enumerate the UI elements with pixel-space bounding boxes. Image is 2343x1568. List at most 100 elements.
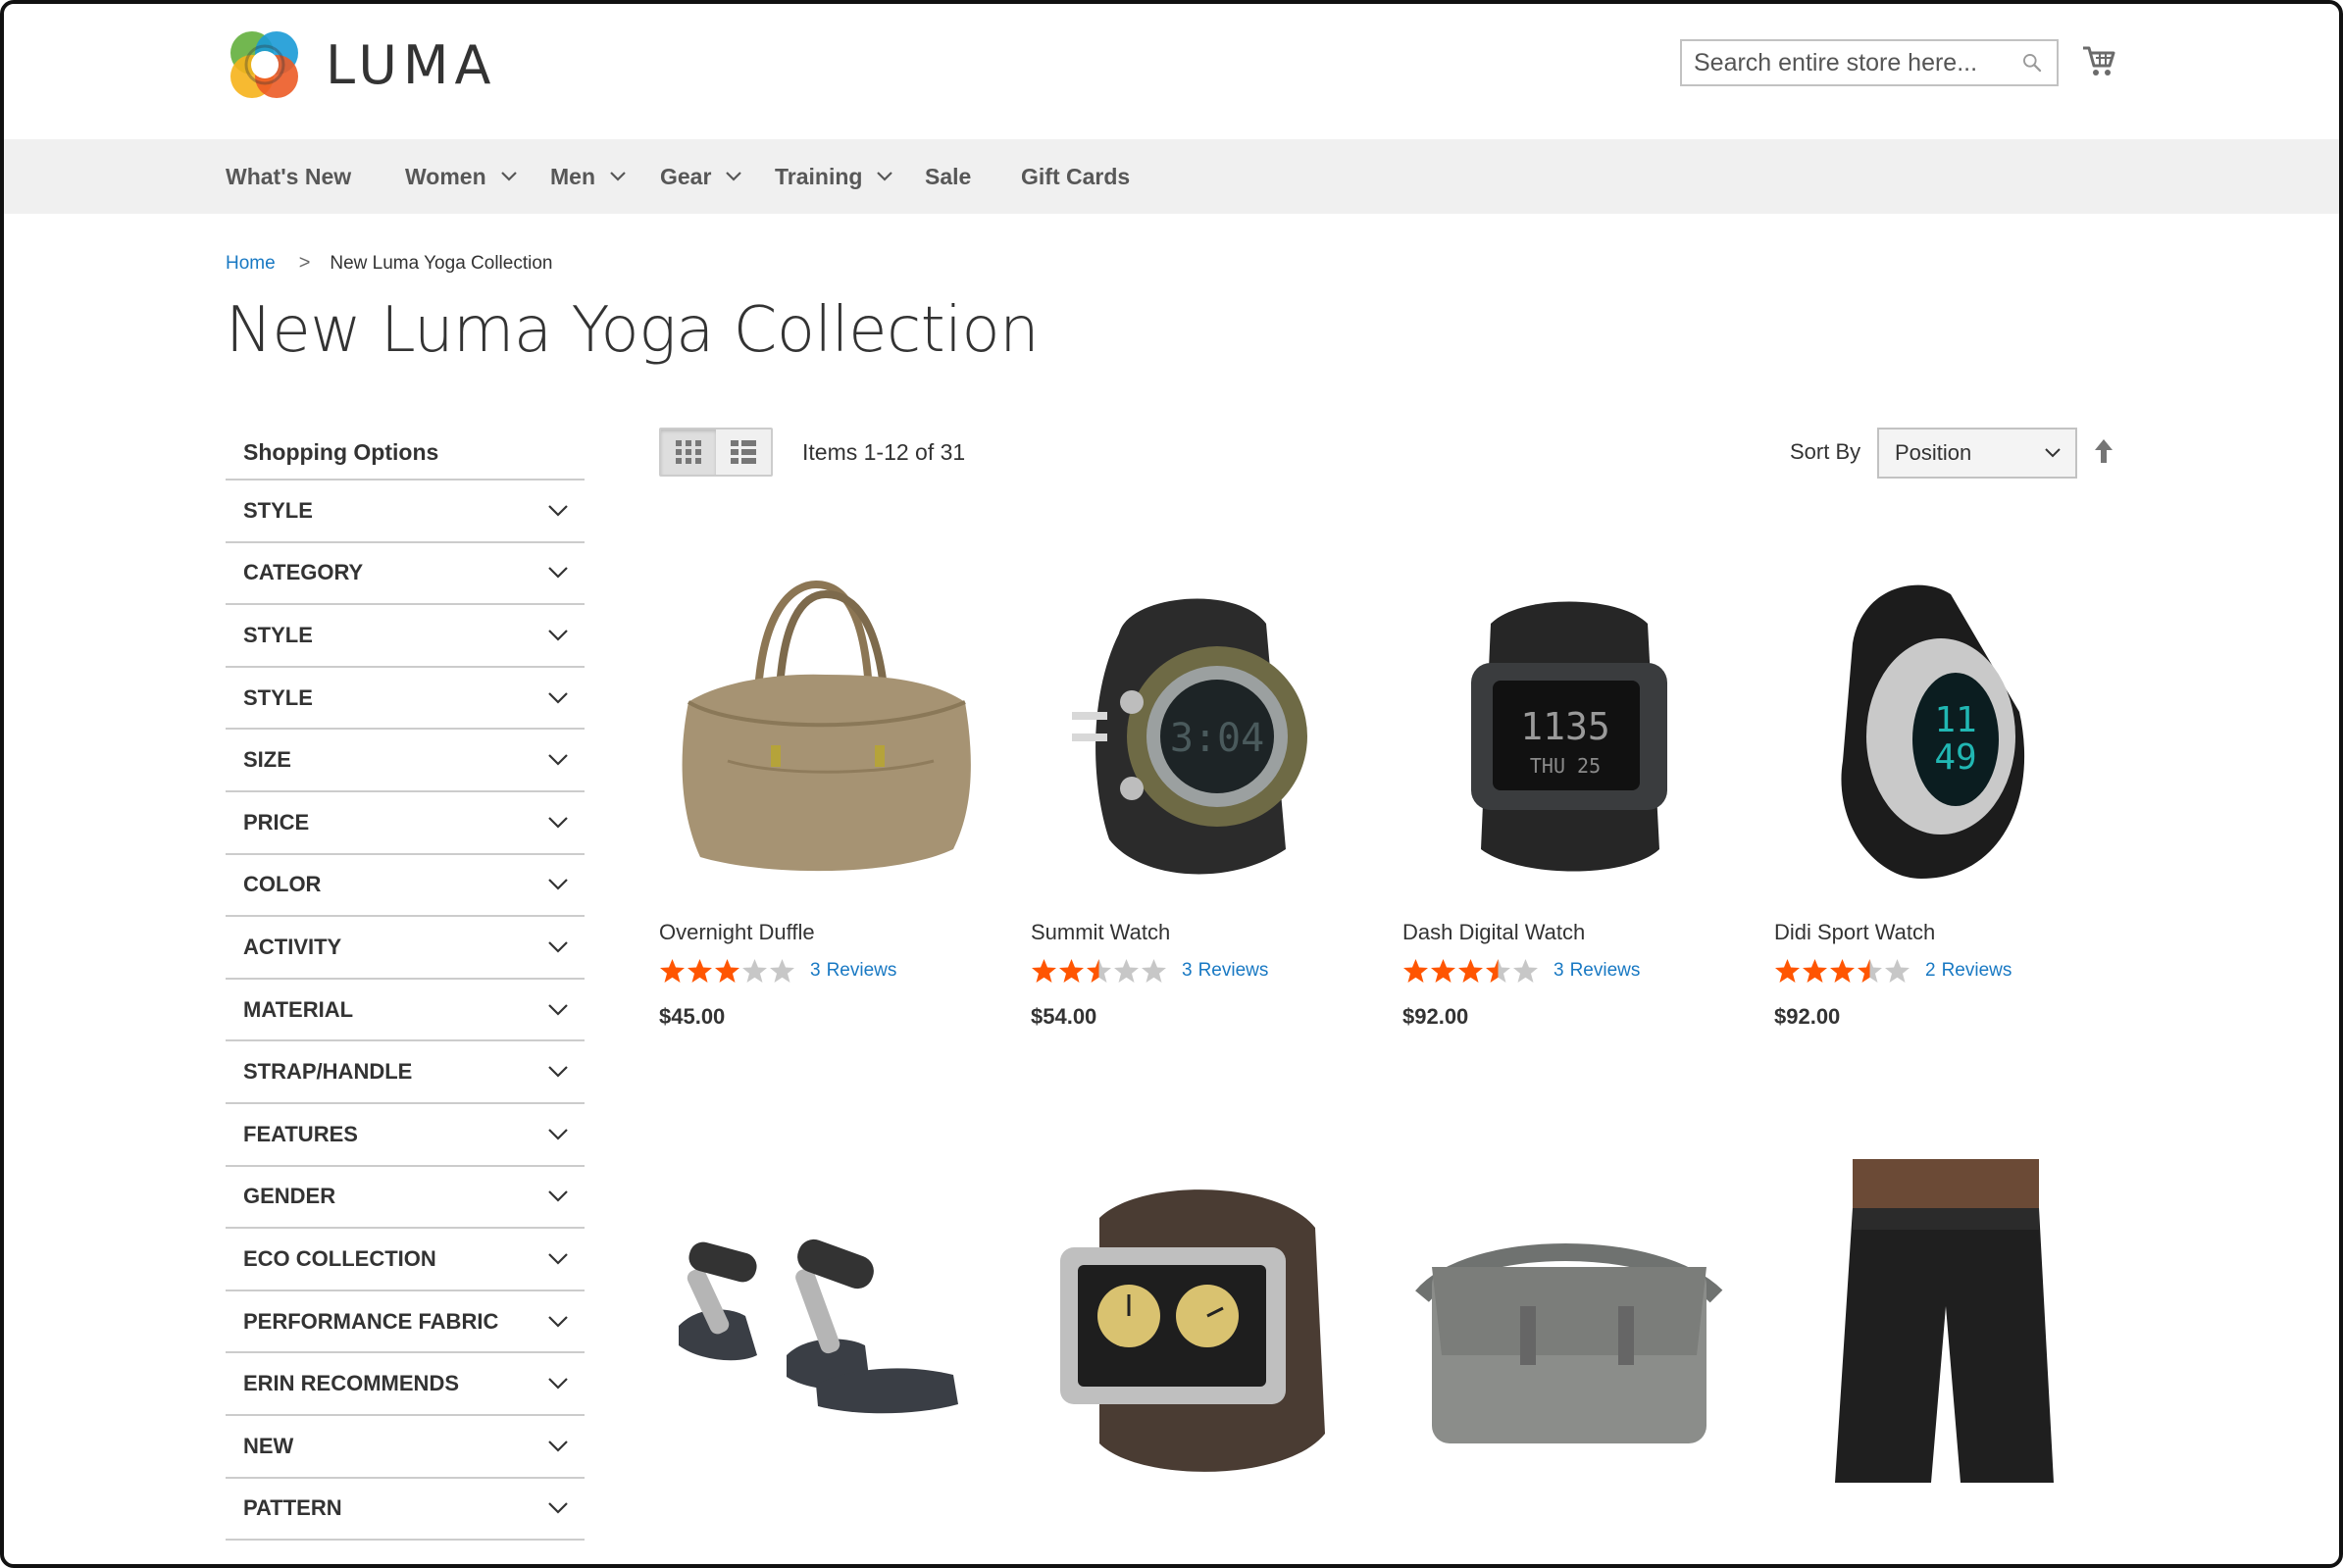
analog-watch-image	[1060, 1189, 1325, 1472]
star-icon	[1486, 959, 1510, 983]
product-item: 3:04 Summit Watch 3 Reviews $54.00	[1031, 565, 1364, 1030]
review-label: Reviews	[1569, 960, 1641, 981]
filter-color[interactable]: COLOR	[226, 855, 585, 918]
svg-text:3:04: 3:04	[1170, 716, 1264, 761]
product-rating: 3 Reviews	[659, 957, 993, 985]
sort-by-label: Sort By	[1790, 439, 1861, 464]
reviews-link[interactable]: 3 Reviews	[1182, 960, 1268, 982]
filter-erin-recommends[interactable]: ERIN RECOMMENDS	[226, 1353, 585, 1416]
reviews-link[interactable]: 3 Reviews	[810, 960, 896, 982]
list-icon	[731, 440, 756, 464]
chevron-down-icon	[548, 1315, 568, 1328]
product-image[interactable]	[1402, 1159, 1736, 1492]
chevron-down-icon	[877, 172, 893, 181]
filter-price[interactable]: PRICE	[226, 792, 585, 855]
grid-view-button[interactable]	[661, 430, 716, 475]
review-count: 3	[1182, 960, 1193, 981]
brand-name: LUMA	[326, 33, 497, 96]
star-icon	[742, 959, 767, 983]
filter-label: ECO COLLECTION	[243, 1245, 436, 1271]
svg-text:1135: 1135	[1520, 705, 1610, 748]
star-icon	[1775, 959, 1800, 983]
star-icon	[1885, 959, 1910, 983]
product-item: Overnight Duffle 3 Reviews $45.00	[659, 565, 993, 1030]
filter-eco-collection[interactable]: ECO COLLECTION	[226, 1229, 585, 1291]
luma-logo-icon	[230, 31, 298, 98]
chevron-down-icon	[2045, 448, 2061, 458]
filter-activity[interactable]: ACTIVITY	[226, 917, 585, 980]
product-name-link[interactable]: Overnight Duffle	[659, 920, 993, 945]
product-image[interactable]: 1135 THU 25	[1402, 565, 1736, 898]
product-rating: 3 Reviews	[1031, 957, 1364, 985]
filter-size[interactable]: SIZE	[226, 730, 585, 792]
chevron-down-icon	[610, 172, 626, 181]
product-image[interactable]: 3:04	[1031, 565, 1364, 898]
star-icon	[1431, 959, 1455, 983]
nav-item-label: What's New	[226, 163, 352, 189]
nav-item-label: Gear	[660, 163, 712, 189]
filter-material[interactable]: MATERIAL	[226, 980, 585, 1042]
product-image[interactable]	[659, 1159, 993, 1492]
filter-pattern[interactable]: PATTERN	[226, 1479, 585, 1542]
filter-label: PERFORMANCE FABRIC	[243, 1308, 499, 1334]
nav-item-training[interactable]: Training	[775, 139, 893, 214]
product-item	[659, 1159, 993, 1492]
filter-gender[interactable]: GENDER	[226, 1167, 585, 1230]
shopping-options-title: Shopping Options	[226, 426, 585, 481]
search-input[interactable]	[1682, 41, 2021, 84]
product-image[interactable]	[659, 565, 993, 898]
cart-icon[interactable]	[2081, 43, 2116, 78]
grid-icon	[676, 440, 701, 464]
reviews-link[interactable]: 2 Reviews	[1925, 960, 2012, 982]
sort-direction-arrow-icon[interactable]	[2093, 437, 2114, 465]
product-price: $92.00	[1402, 1004, 1469, 1029]
browser-frame: LUMA What's New Women Men	[0, 0, 2343, 1568]
chevron-down-icon	[548, 941, 568, 953]
star-icon	[1403, 959, 1428, 983]
filter-label: SIZE	[243, 747, 291, 773]
breadcrumb-home-link[interactable]: Home	[226, 253, 276, 275]
messenger-bag-image	[1415, 1243, 1723, 1443]
chevron-down-icon	[548, 1003, 568, 1016]
search-icon[interactable]	[2021, 48, 2043, 77]
nav-item-women[interactable]: Women	[405, 139, 518, 214]
svg-text:49: 49	[1934, 737, 1976, 778]
product-image[interactable]	[1774, 1159, 2108, 1492]
chevron-down-icon	[548, 1253, 568, 1265]
product-name-link[interactable]: Dash Digital Watch	[1402, 920, 1736, 945]
filter-new[interactable]: NEW	[226, 1416, 585, 1479]
product-name-link[interactable]: Summit Watch	[1031, 920, 1364, 945]
sort-by-select[interactable]: Position	[1877, 428, 2077, 479]
reviews-link[interactable]: 3 Reviews	[1554, 960, 1640, 982]
chevron-down-icon	[548, 879, 568, 890]
chevron-down-icon	[548, 1066, 568, 1078]
digital-watch-image: 1135 THU 25	[1471, 601, 1667, 872]
store-logo[interactable]: LUMA	[226, 25, 496, 104]
site-header: LUMA	[4, 4, 2339, 139]
nav-item-gear[interactable]: Gear	[660, 139, 742, 214]
nav-item-men[interactable]: Men	[550, 139, 627, 214]
list-view-button[interactable]	[716, 430, 771, 475]
product-name-link[interactable]: Didi Sport Watch	[1774, 920, 2108, 945]
filter-style[interactable]: STYLE	[226, 668, 585, 731]
star-icon	[1858, 959, 1882, 983]
chevron-down-icon	[548, 691, 568, 704]
star-icon	[1830, 959, 1855, 983]
filter-label: GENDER	[243, 1184, 336, 1209]
nav-item-gift-cards[interactable]: Gift Cards	[1021, 139, 1130, 214]
chevron-down-icon	[548, 816, 568, 829]
nav-item-sale[interactable]: Sale	[925, 139, 971, 214]
nav-item-whats-new[interactable]: What's New	[226, 139, 351, 214]
star-icon	[770, 959, 794, 983]
product-item: 11 49 Didi Sport Watch 2 Reviews $92.00	[1774, 565, 2108, 1030]
filter-performance-fabric[interactable]: PERFORMANCE FABRIC	[226, 1291, 585, 1354]
filter-strap-handle[interactable]: STRAP/HANDLE	[226, 1041, 585, 1104]
push-up-grips-image	[679, 1239, 958, 1414]
chevron-down-icon	[548, 567, 568, 579]
product-image[interactable]: 11 49	[1774, 565, 2108, 898]
product-image[interactable]	[1031, 1159, 1364, 1492]
filter-style[interactable]: STYLE	[226, 605, 585, 668]
filter-features[interactable]: FEATURES	[226, 1104, 585, 1167]
filter-category[interactable]: CATEGORY	[226, 543, 585, 606]
filter-style[interactable]: STYLE	[226, 481, 585, 543]
